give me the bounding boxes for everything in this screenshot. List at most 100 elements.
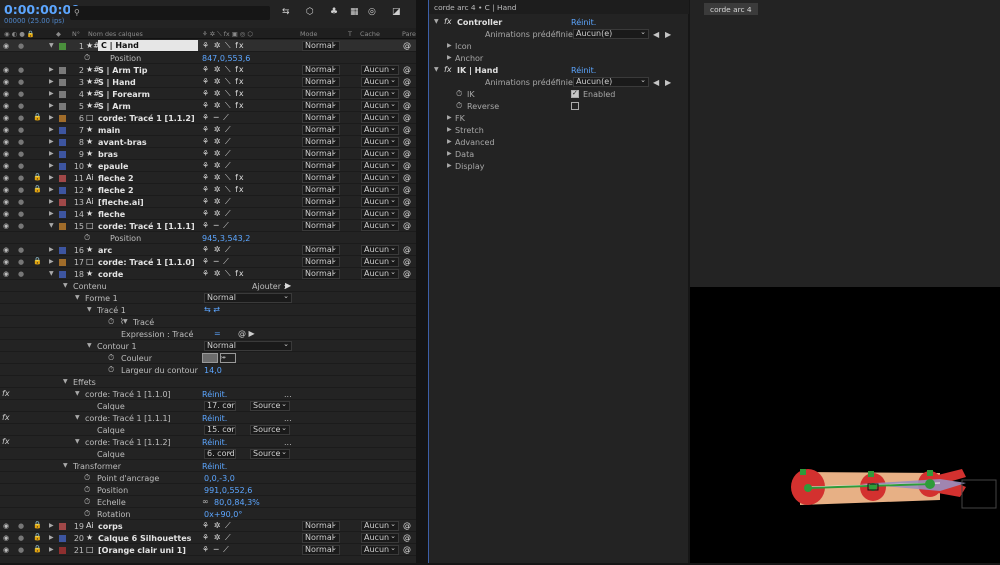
draft-3d-icon[interactable]: ⬡	[306, 7, 314, 17]
expand-arrow-icon[interactable]: ▶	[447, 114, 452, 121]
solo-icon[interactable]: ●	[18, 534, 24, 542]
visibility-eye-icon[interactable]: ◉	[3, 522, 9, 530]
layer-name[interactable]: corde: Tracé 1 [1.1.1]	[98, 222, 195, 231]
collapse-arrow-icon[interactable]: ▼	[75, 294, 80, 301]
reset-button[interactable]: Réinit.	[571, 18, 596, 27]
stopwatch-icon[interactable]: ⏱	[84, 53, 90, 63]
blend-mode-dropdown[interactable]: Normal	[302, 544, 340, 555]
blend-mode-dropdown[interactable]: Normal	[302, 88, 340, 99]
expand-arrow-icon[interactable]: ▶	[49, 534, 54, 541]
property-row[interactable]: Expression : Tracé = @ ▶	[0, 328, 416, 340]
graph-icon[interactable]: ⌇	[120, 317, 124, 326]
layer-row[interactable]: ◉ ● 🔒 ▶ 19Aicorps ⚘ ✲ ⟋ Normal Aucun @	[0, 520, 416, 532]
solo-icon[interactable]: ●	[18, 162, 24, 170]
visibility-eye-icon[interactable]: ◉	[3, 546, 9, 554]
track-matte-dropdown[interactable]: Aucun	[361, 112, 399, 123]
expression-pickwhip-icon[interactable]: @ ▶	[238, 329, 255, 338]
label-color-swatch[interactable]	[59, 523, 66, 530]
solo-icon[interactable]: ●	[18, 222, 24, 230]
blend-mode-dropdown[interactable]: Normal	[302, 532, 340, 543]
solo-icon[interactable]: ●	[18, 126, 24, 134]
layer-dropdown[interactable]: 17. corde	[204, 401, 236, 411]
blend-mode-dropdown[interactable]: Normal	[302, 112, 340, 123]
label-color-swatch[interactable]	[59, 151, 66, 158]
blend-mode-dropdown[interactable]: Normal	[302, 220, 340, 231]
frame-blending-icon[interactable]: ▦	[350, 7, 359, 17]
blend-mode-dropdown[interactable]: Normal	[302, 148, 340, 159]
layer-row[interactable]: ◉ ● 🔒 ▶ 12★ fleche 2 ⚘ ✲ ⟍ fx Normal Aucun @	[0, 184, 416, 196]
layer-name[interactable]: avant-bras	[98, 138, 147, 147]
layer-name[interactable]: epaule	[98, 162, 128, 171]
layer-switches[interactable]: ⚘ ─ ⟋	[202, 221, 230, 231]
parent-pickwhip-icon[interactable]: @	[403, 101, 411, 110]
display-group[interactable]: ▶ Display	[429, 160, 689, 172]
solo-icon[interactable]: ●	[18, 66, 24, 74]
blend-mode-dropdown[interactable]: Normal	[302, 100, 340, 111]
label-color-swatch[interactable]	[59, 199, 66, 206]
expand-arrow-icon[interactable]: ▶	[49, 66, 54, 73]
shy-layers-icon[interactable]: ♣	[330, 7, 338, 17]
track-matte-dropdown[interactable]: Aucun	[361, 256, 399, 267]
collapse-arrow-icon[interactable]: ▼	[63, 462, 68, 469]
visibility-eye-icon[interactable]: ◉	[3, 258, 9, 266]
stopwatch-icon[interactable]: ⏱	[84, 233, 90, 243]
label-color-swatch[interactable]	[59, 115, 66, 122]
track-matte-dropdown[interactable]: Aucun	[361, 184, 399, 195]
expand-arrow-icon[interactable]: ▶	[447, 162, 452, 169]
parent-pickwhip-icon[interactable]: @	[403, 113, 411, 122]
layer-switches[interactable]: ⚘ ✲ ⟋	[202, 125, 232, 135]
layer-switches[interactable]: ⚘ ✲ ⟋	[202, 137, 232, 147]
expand-arrow-icon[interactable]: ▶	[49, 546, 54, 553]
layer-switches[interactable]: ⚘ ✲ ⟍ fx	[202, 77, 245, 87]
property-row[interactable]: ▼ Contour 1 Normal	[0, 340, 416, 352]
reset-button[interactable]: Réinit.	[202, 414, 227, 423]
position-value[interactable]: 991,0,552,6	[204, 486, 252, 495]
expand-arrow-icon[interactable]: ▶	[49, 174, 54, 181]
source-dropdown[interactable]: Source	[250, 449, 290, 459]
collapse-arrow-icon[interactable]: ▼	[434, 18, 439, 25]
layer-name[interactable]: S | Hand	[98, 78, 136, 87]
expand-arrow-icon[interactable]: ▼	[49, 42, 54, 49]
expand-arrow-icon[interactable]: ▶	[447, 150, 452, 157]
layer-switches[interactable]: ⚘ ✲ ⟍ fx	[202, 101, 245, 111]
layer-row[interactable]: ◉ ● ▶ 10★ epaule ⚘ ✲ ⟋ Normal Aucun @	[0, 160, 416, 172]
next-preset-icon[interactable]: ▶	[665, 30, 671, 39]
graph-editor-icon[interactable]: ◪	[392, 7, 401, 17]
layer-name[interactable]: S | Forearm	[98, 90, 150, 99]
track-matte-dropdown[interactable]: Aucun	[361, 100, 399, 111]
layer-row[interactable]: ◉ ● 🔒 ▶ 17 □ corde: Tracé 1 [1.1.0] ⚘ ─ ⟋ Normal…	[0, 256, 416, 268]
layer-name[interactable]: main	[98, 126, 120, 135]
layer-row[interactable]: ◉ ● ▶ 13Ai [fleche.ai] ⚘ ✲ ⟋ Normal Aucun @	[0, 196, 416, 208]
layer-switches[interactable]: ⚘ ✲ ⟍ fx	[202, 185, 245, 195]
track-matte-dropdown[interactable]: Aucun	[361, 64, 399, 75]
blend-mode-dropdown[interactable]: Normal	[302, 40, 340, 51]
layer-row[interactable]: ◉ ● 🔒 ▶ 21□ [Orange clair uni 1] ⚘ ─ ⟋ Normal Au…	[0, 544, 416, 556]
parent-pickwhip-icon[interactable]: @	[403, 77, 411, 86]
layer-name[interactable]: corde: Tracé 1 [1.1.0]	[98, 258, 195, 267]
blend-mode-dropdown[interactable]: Normal	[302, 184, 340, 195]
collapse-arrow-icon[interactable]: ▼	[75, 414, 80, 421]
collapse-arrow-icon[interactable]: ▼	[75, 438, 80, 445]
property-row[interactable]: Position ⏱ 945,3,543,2	[0, 232, 416, 244]
track-matte-dropdown[interactable]: Aucun	[361, 88, 399, 99]
layer-search-input[interactable]: ⚲	[70, 6, 270, 20]
layer-name[interactable]: [fleche.ai]	[98, 198, 144, 207]
property-row[interactable]: ▼ Contenu Ajouter : ▶	[0, 280, 416, 292]
expand-arrow-icon[interactable]: ▶	[447, 42, 452, 49]
layer-switches[interactable]: ⚘ ✲ ⟍ fx	[202, 65, 245, 75]
layer-row[interactable]: ◉ ● 🔒 ▶ 11Ai fleche 2 ⚘ ✲ ⟍ fx Normal Aucun @	[0, 172, 416, 184]
anchor-group[interactable]: ▶ Anchor	[429, 52, 689, 64]
expand-arrow-icon[interactable]: ▶	[49, 198, 54, 205]
parent-pickwhip-icon[interactable]: @	[403, 257, 411, 266]
visibility-eye-icon[interactable]: ◉	[3, 534, 9, 542]
expand-arrow-icon[interactable]: ▶	[49, 162, 54, 169]
expand-arrow-icon[interactable]: ▶	[49, 186, 54, 193]
property-row[interactable]: ▼ corde: Tracé 1 [1.1.1] fx Réinit....	[0, 412, 416, 424]
reset-button[interactable]: Réinit.	[202, 390, 227, 399]
parent-pickwhip-icon[interactable]: @	[403, 545, 411, 554]
comp-flowchart-icon[interactable]: ⇆	[282, 7, 290, 17]
parent-pickwhip-icon[interactable]: @	[403, 65, 411, 74]
visibility-eye-icon[interactable]: ◉	[3, 162, 9, 170]
prev-preset-icon[interactable]: ◀	[653, 78, 659, 87]
label-color-swatch[interactable]	[59, 535, 66, 542]
